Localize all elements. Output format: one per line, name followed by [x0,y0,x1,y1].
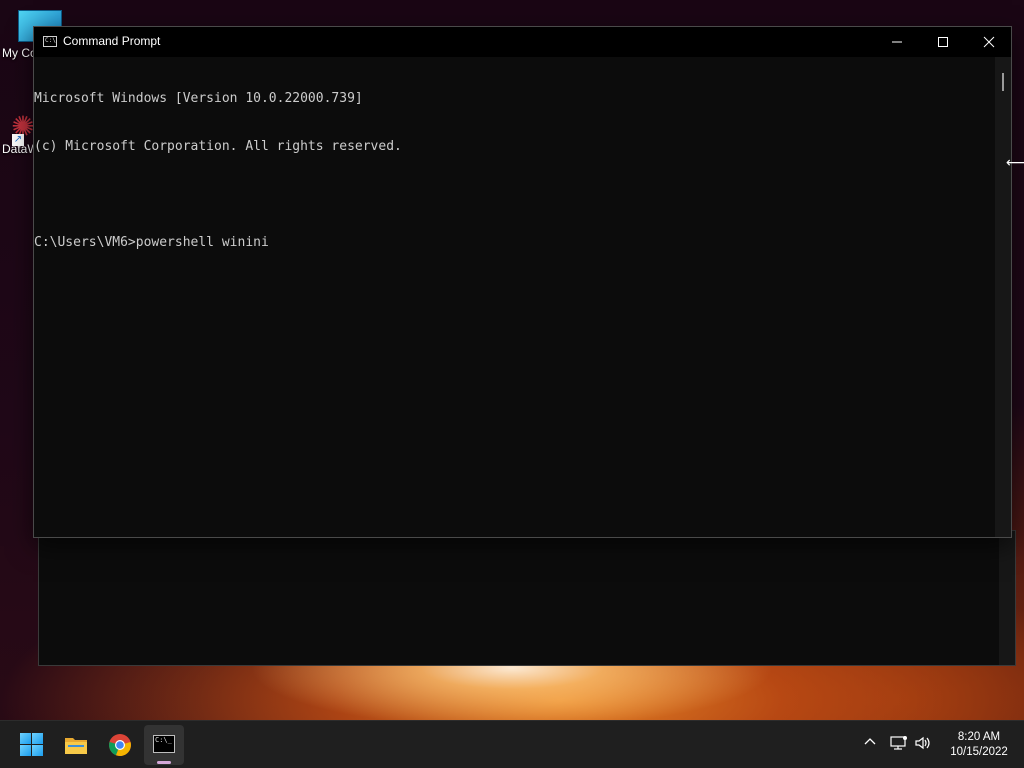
console-prompt-line[interactable]: C:\Users\VM6>powershell winini [34,235,996,251]
start-button[interactable] [12,725,52,765]
close-icon [983,36,995,48]
console-scrollbar[interactable] [995,57,1011,537]
clock-time: 8:20 AM [957,731,1001,743]
background-window-scrollbar[interactable] [999,531,1015,665]
network-icon[interactable] [890,735,908,755]
minimize-button[interactable] [874,27,920,57]
active-app-indicator [157,761,171,764]
scrollbar-thumb[interactable] [1002,73,1004,91]
title-bar[interactable]: C:\ Command Prompt [34,27,1011,57]
maximize-button[interactable] [920,27,966,57]
taskbar: C:\_ 8:20 AM 10/15/2022 [0,720,1024,768]
taskbar-chrome[interactable] [100,725,140,765]
resize-cursor-icon: ⟵ [1006,155,1024,171]
console-line: (c) Microsoft Corporation. All rights re… [34,139,402,154]
window-title: Command Prompt [63,34,161,48]
tray-overflow-chevron-icon[interactable] [863,735,877,753]
close-button[interactable] [966,27,1012,57]
minimize-icon [892,41,902,43]
command-prompt-window[interactable]: C:\ Command Prompt Microsoft Windows [Ve… [33,26,1012,538]
chrome-icon [109,734,131,757]
taskbar-file-explorer[interactable] [56,725,96,765]
taskbar-clock[interactable]: 8:20 AM 10/15/2022 [940,730,1018,760]
folder-icon [65,738,87,754]
console-line: Microsoft Windows [Version 10.0.22000.73… [34,91,363,106]
cmd-icon: C:\_ [153,735,175,753]
desktop: My Co ✺ ↗ DataW C:\ Command Prompt Micros… [0,0,1024,768]
cmd-icon: C:\ [43,36,57,47]
volume-icon[interactable] [914,735,932,755]
console-output[interactable]: Microsoft Windows [Version 10.0.22000.73… [34,57,996,537]
taskbar-command-prompt[interactable]: C:\_ [144,725,184,765]
clock-date: 10/15/2022 [950,746,1008,758]
background-console-window[interactable] [38,530,1016,666]
windows-logo-icon [20,733,44,757]
maximize-icon [938,37,948,47]
